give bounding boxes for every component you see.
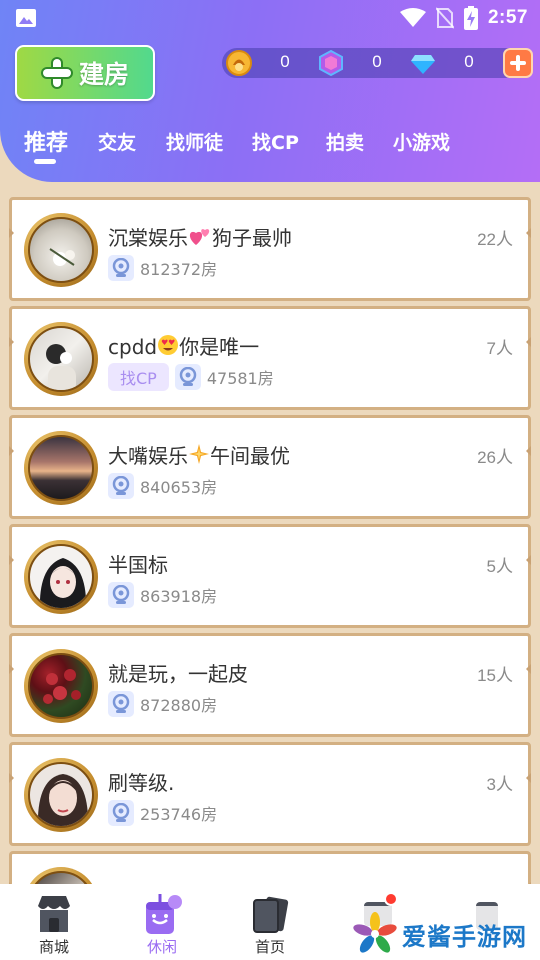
room-name: 大嘴娱乐 午间最优 <box>108 444 290 468</box>
room-card[interactable]: 大嘴娱乐 午间最优 26人 840653房 <box>9 415 531 519</box>
room-meta: 找CP 47581房 <box>108 363 274 391</box>
nav-item-leisure[interactable]: 休闲 <box>108 884 216 960</box>
diamond-balance: 0 <box>464 52 474 71</box>
tab-make-friends[interactable]: 交友 <box>98 128 136 155</box>
status-icons: 2:57 <box>399 5 528 31</box>
home-cards-icon <box>253 896 289 933</box>
shop-icon <box>38 896 70 932</box>
room-member-count: 22人 <box>477 230 513 249</box>
two-hearts-icon <box>189 229 210 245</box>
top-header: 2:57 建房 0 0 0 推荐 交友 找师徒 找CP 拍卖 小游戏 <box>0 0 540 182</box>
room-id-icon <box>108 691 134 717</box>
room-name: cpdd 你是唯一 <box>108 335 260 359</box>
no-sim-icon <box>435 7 454 29</box>
unread-dot <box>384 892 398 906</box>
room-avatar <box>24 649 98 723</box>
tab-find-mentor[interactable]: 找师徒 <box>166 128 223 155</box>
sparkle-icon <box>189 444 209 464</box>
tab-mini-games[interactable]: 小游戏 <box>393 128 450 155</box>
leisure-drink-icon <box>146 894 182 934</box>
room-card[interactable]: 刷等级. 3人 253746房 <box>9 742 531 846</box>
nav-item-home[interactable]: 首页 <box>216 884 324 960</box>
room-avatar <box>24 758 98 832</box>
room-number: 47581房 <box>206 369 274 388</box>
room-name: 就是玩，一起皮 <box>108 662 248 686</box>
room-number: 812372房 <box>140 260 218 279</box>
site-watermark: 爱酱手游网 <box>352 906 537 960</box>
room-meta: 812372房 <box>108 255 217 281</box>
room-meta: 253746房 <box>108 800 217 826</box>
tab-auction[interactable]: 拍卖 <box>326 128 364 155</box>
room-number: 872880房 <box>140 696 218 715</box>
wifi-icon <box>399 8 426 27</box>
room-number: 253746房 <box>140 805 218 824</box>
room-meta: 872880房 <box>108 691 217 717</box>
diamond-icon <box>411 55 435 74</box>
room-name: 沉棠娱乐 狗子最帅 <box>108 226 292 250</box>
room-member-count: 15人 <box>477 666 513 685</box>
room-avatar <box>24 540 98 614</box>
battery-charging-icon <box>463 6 478 30</box>
room-card[interactable]: cpdd 你是唯一 7人 找CP 47581房 <box>9 306 531 410</box>
watermark-text: 爱酱手游网 <box>402 922 527 951</box>
tab-find-cp[interactable]: 找CP <box>252 128 299 155</box>
build-room-label: 建房 <box>78 60 129 89</box>
status-bar: 2:57 <box>0 0 540 36</box>
room-tag: 找CP <box>108 363 169 391</box>
room-name: 刷等级. <box>108 771 175 795</box>
coin-balance: 0 <box>280 52 290 71</box>
room-avatar <box>24 322 98 396</box>
room-member-count: 5人 <box>486 557 513 576</box>
nav-label: 首页 <box>254 938 285 956</box>
gem-icon <box>319 50 343 76</box>
heart-eyes-icon <box>158 335 179 355</box>
room-id-icon <box>108 255 134 281</box>
pinwheel-logo-icon <box>353 912 397 953</box>
nav-label: 商城 <box>38 938 69 956</box>
room-avatar <box>24 431 98 505</box>
nav-label: 休闲 <box>146 938 177 956</box>
gem-balance: 0 <box>372 52 382 71</box>
room-member-count: 3人 <box>486 775 513 794</box>
gold-coin-icon <box>226 50 252 76</box>
build-room-button[interactable]: 建房 <box>15 45 155 101</box>
room-id-icon <box>108 800 134 826</box>
status-time: 2:57 <box>487 7 528 28</box>
room-id-icon <box>108 473 134 499</box>
category-tabs: 推荐 交友 找师徒 找CP 拍卖 小游戏 <box>0 124 540 164</box>
room-meta: 863918房 <box>108 582 217 608</box>
recharge-add-button[interactable] <box>503 48 533 78</box>
tab-recommend[interactable]: 推荐 <box>24 125 68 157</box>
currency-bar: 0 0 0 <box>222 48 533 78</box>
room-name: 半国标 <box>108 553 168 577</box>
room-card[interactable]: 沉棠娱乐 狗子最帅 22人 812372房 <box>9 197 531 301</box>
room-meta: 840653房 <box>108 473 217 499</box>
room-number: 840653房 <box>140 478 218 497</box>
room-member-count: 7人 <box>486 339 513 358</box>
room-card[interactable]: 半国标 5人 863918房 <box>9 524 531 628</box>
plus-icon <box>41 57 73 89</box>
room-id-icon <box>108 582 134 608</box>
gallery-notification-icon <box>16 9 36 27</box>
room-number: 863918房 <box>140 587 218 606</box>
nav-item-shop[interactable]: 商城 <box>0 884 108 960</box>
room-id-icon <box>174 364 201 390</box>
active-tab-indicator <box>34 159 56 164</box>
room-avatar <box>24 213 98 287</box>
room-member-count: 26人 <box>477 448 513 467</box>
room-card[interactable]: 就是玩，一起皮 15人 872880房 <box>9 633 531 737</box>
